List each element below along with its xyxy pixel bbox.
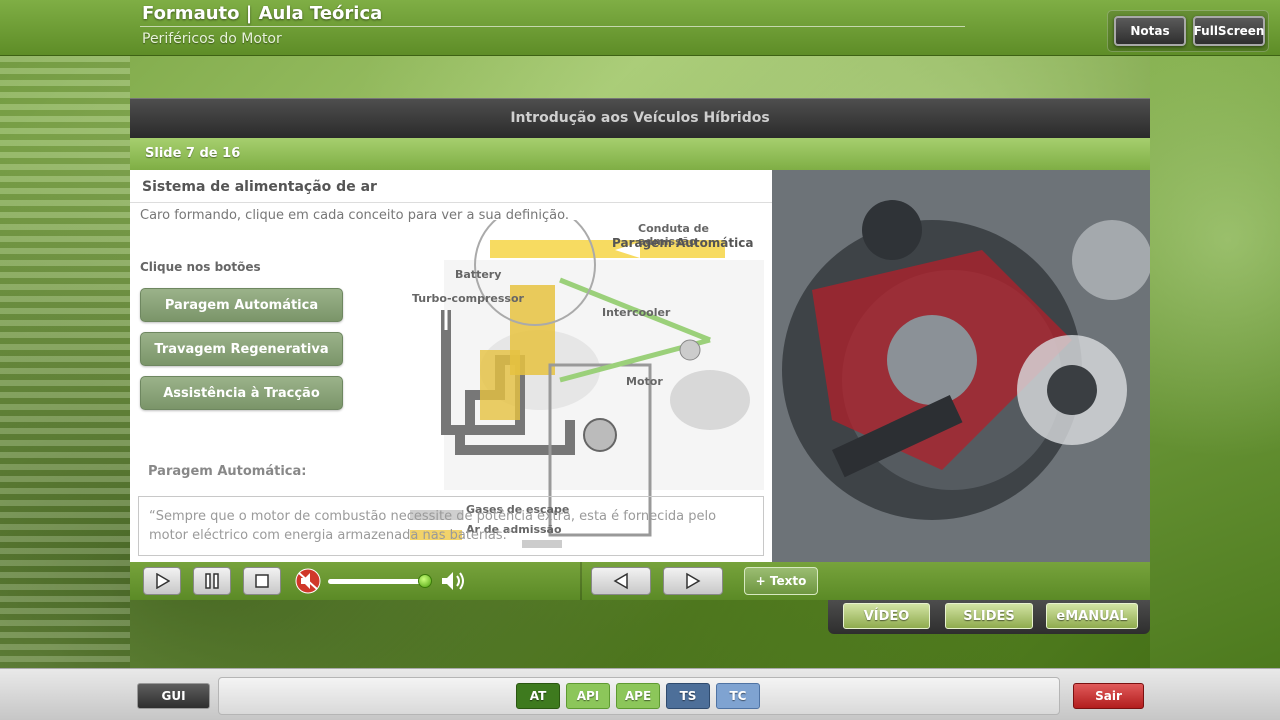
label-paragem: Paragem Automática	[612, 236, 754, 250]
previous-slide-button[interactable]	[591, 567, 651, 595]
arrow-right-icon	[686, 572, 701, 590]
stop-button[interactable]	[243, 567, 281, 595]
buttons-label: Clique nos botões	[140, 260, 261, 274]
slide-title: Introdução aos Veículos Híbridos	[510, 110, 770, 126]
label-turbo: Turbo-compressor	[412, 292, 524, 305]
concept-button-assistencia[interactable]: Assistência à Tracção	[140, 376, 343, 410]
slide-title-bar: Introdução aos Veículos Híbridos	[130, 98, 1150, 138]
concept-button-travagem[interactable]: Travagem Regenerativa	[140, 332, 343, 366]
pause-icon	[205, 573, 219, 589]
content-heading: Sistema de alimentação de ar	[142, 179, 377, 195]
app-header: Formauto | Aula Teórica Periféricos do M…	[0, 0, 1280, 56]
media-tab-group: VÍDEO SLIDES eMANUAL	[828, 600, 1150, 634]
slide-counter: Slide 7 de 16	[145, 146, 241, 161]
footer-bar: GUI AT API APE TS TC Sair	[0, 668, 1280, 720]
play-button[interactable]	[143, 567, 181, 595]
slide-content-panel: Sistema de alimentação de ar Caro forman…	[130, 170, 772, 562]
mute-button[interactable]	[294, 568, 322, 594]
fullscreen-button[interactable]: FullScreen	[1193, 16, 1265, 46]
nav-tab-api[interactable]: API	[566, 683, 610, 709]
volume-max-icon[interactable]	[440, 570, 468, 596]
label-intercooler: Intercooler	[602, 306, 671, 319]
label-motor: Motor	[626, 375, 663, 388]
notes-button[interactable]: Notas	[1114, 16, 1186, 46]
next-slide-button[interactable]	[663, 567, 723, 595]
header-divider	[140, 26, 965, 27]
engine-photo	[772, 170, 1150, 562]
label-battery: Battery	[455, 268, 502, 281]
engine-illustration	[772, 170, 1150, 562]
player-divider	[580, 562, 582, 600]
volume-slider-knob[interactable]	[417, 574, 432, 588]
emanual-tab[interactable]: eMANUAL	[1046, 603, 1138, 629]
video-tab[interactable]: VÍDEO	[843, 603, 930, 629]
text-button[interactable]: + Texto	[744, 567, 818, 595]
background-decor-right	[1150, 56, 1280, 668]
player-controls: + Texto	[130, 562, 1150, 600]
nav-tab-tc[interactable]: TC	[716, 683, 760, 709]
pause-button[interactable]	[193, 567, 231, 595]
nav-tab-at[interactable]: AT	[516, 683, 560, 709]
play-icon	[156, 573, 170, 589]
slide-counter-bar: Slide 7 de 16	[130, 138, 1150, 170]
exit-button[interactable]: Sair	[1073, 683, 1144, 709]
nav-tab-ape[interactable]: APE	[616, 683, 660, 709]
heading-divider	[130, 202, 772, 203]
background-stripes-left	[0, 56, 130, 668]
module-subtitle: Periféricos do Motor	[142, 31, 282, 47]
arrow-left-icon	[613, 572, 628, 590]
gui-button[interactable]: GUI	[137, 683, 210, 709]
stop-icon	[255, 574, 269, 588]
nav-tab-ts[interactable]: TS	[666, 683, 710, 709]
app-title: Formauto | Aula Teórica	[142, 3, 383, 24]
concept-button-paragem[interactable]: Paragem Automática	[140, 288, 343, 322]
volume-slider-track[interactable]	[328, 579, 430, 584]
definition-title: Paragem Automática:	[148, 464, 307, 479]
mute-speaker-icon	[295, 568, 321, 594]
slides-tab[interactable]: SLIDES	[945, 603, 1033, 629]
definition-box: “Sempre que o motor de combustão necessi…	[138, 496, 764, 556]
